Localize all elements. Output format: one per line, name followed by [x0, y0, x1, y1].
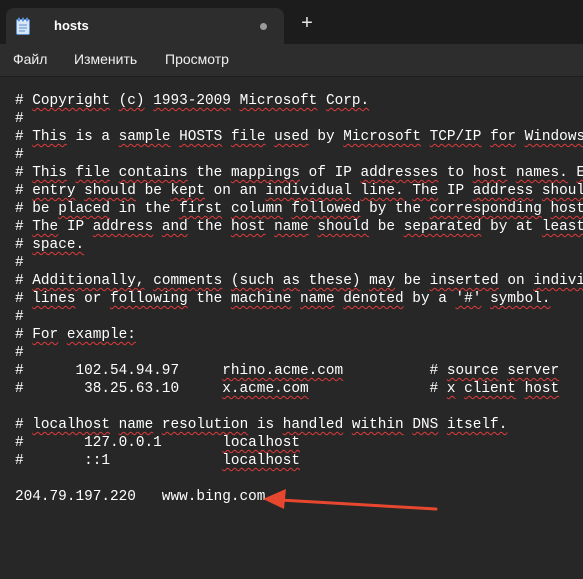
line-4: # — [15, 147, 24, 163]
line-6: # entry should be kept on an individual … — [15, 183, 583, 199]
line-23: 204.79.197.220 www.bing.com — [15, 489, 266, 505]
notepad-icon — [16, 17, 30, 35]
menu-view[interactable]: Просмотр — [165, 51, 229, 67]
menu-bar: Файл Изменить Просмотр — [0, 44, 583, 77]
text-editor[interactable]: # Copyright (c) 1993-2009 Microsoft Corp… — [0, 77, 583, 579]
line-7: # be placed in the first column followed… — [15, 201, 583, 217]
line-17: # 38.25.63.10 x.acme.com # x client host — [15, 381, 560, 397]
plus-icon: + — [301, 12, 313, 34]
line-12: # lines or following the machine name de… — [15, 291, 551, 307]
tab-title: hosts — [54, 18, 89, 33]
line-14: # For example: — [15, 327, 136, 343]
line-19: # localhost name resolution is handled w… — [15, 417, 508, 433]
unsaved-dot-icon[interactable] — [260, 23, 267, 30]
title-bar: hosts + — [0, 0, 583, 44]
tab-hosts[interactable]: hosts — [6, 8, 284, 44]
line-15: # — [15, 345, 24, 361]
line-20: # 127.0.0.1 localhost — [15, 435, 300, 451]
line-13: # — [15, 309, 24, 325]
line-5: # This file contains the mappings of IP … — [15, 165, 583, 181]
line-11: # Additionally, comments (such as these)… — [15, 273, 583, 289]
menu-edit[interactable]: Изменить — [74, 51, 137, 67]
line-21: # ::1 localhost — [15, 453, 300, 469]
line-16: # 102.54.94.97 rhino.acme.com # source s… — [15, 363, 560, 379]
new-tab-button[interactable]: + — [296, 12, 318, 34]
line-3: # This is a sample HOSTS file used by Mi… — [15, 129, 583, 145]
line-2: # — [15, 111, 24, 127]
line-9: # space. — [15, 237, 85, 253]
menu-file[interactable]: Файл — [13, 51, 47, 67]
line-1: # Copyright (c) 1993-2009 Microsoft Corp… — [15, 93, 370, 109]
line-8: # The IP address and the host name shoul… — [15, 219, 583, 235]
line-10: # — [15, 255, 24, 271]
